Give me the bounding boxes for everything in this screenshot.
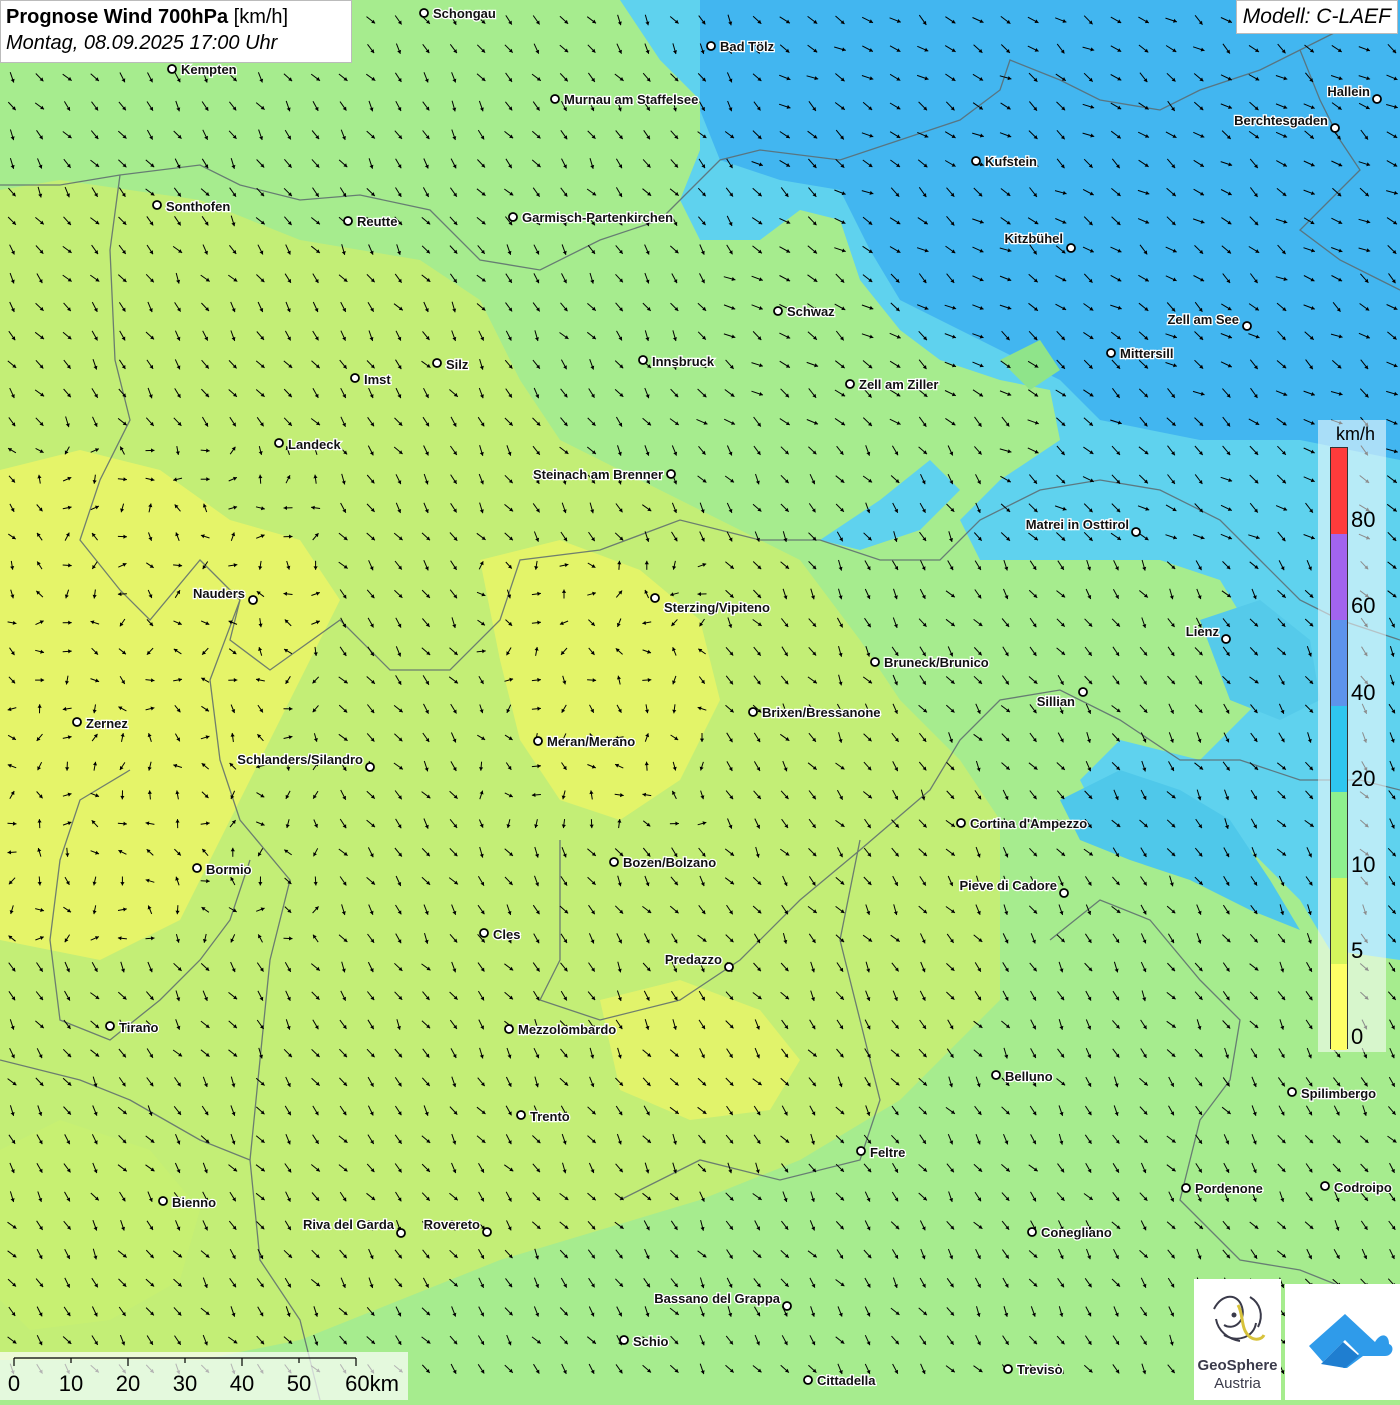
city-dot-icon bbox=[707, 42, 715, 50]
city-dot-icon bbox=[871, 658, 879, 666]
city-label: Hallein bbox=[1327, 84, 1370, 99]
city-dot-icon bbox=[846, 380, 854, 388]
city-label: Kufstein bbox=[985, 154, 1037, 169]
city-dot-icon bbox=[1222, 635, 1230, 643]
city-label: Bozen/Bolzano bbox=[623, 855, 716, 870]
city-dot-icon bbox=[667, 470, 675, 478]
city-label: Landeck bbox=[288, 437, 342, 452]
city-label: Silz bbox=[446, 357, 469, 372]
city-dot-icon bbox=[1067, 244, 1075, 252]
wind-map: Schongau Bad Tölz Kempten Murnau am Staffel… bbox=[0, 0, 1400, 1400]
city-label: Imst bbox=[364, 372, 391, 387]
city-dot-icon bbox=[639, 356, 647, 364]
city-label: Lienz bbox=[1186, 624, 1220, 639]
city-label: Schwaz bbox=[787, 304, 835, 319]
city-label: Innsbruck bbox=[652, 354, 715, 369]
city-dot-icon bbox=[774, 307, 782, 315]
city-label: Meran/Merano bbox=[547, 734, 635, 749]
city-label: Kempten bbox=[181, 62, 237, 77]
city-dot-icon bbox=[749, 708, 757, 716]
city-dot-icon bbox=[193, 864, 201, 872]
city-dot-icon bbox=[433, 359, 441, 367]
city-dot-icon bbox=[420, 9, 428, 17]
city-dot-icon bbox=[351, 374, 359, 382]
city-marker: Zell am Ziller bbox=[846, 377, 938, 392]
city-label: Bruneck/Brunico bbox=[884, 655, 989, 670]
city-label: Sillian bbox=[1037, 694, 1075, 709]
city-marker: Meran/Merano bbox=[534, 734, 635, 749]
city-dot-icon bbox=[1331, 124, 1339, 132]
city-dot-icon bbox=[344, 217, 352, 225]
city-label: Bad Tölz bbox=[720, 39, 775, 54]
city-dot-icon bbox=[509, 213, 517, 221]
city-label: Zell am Ziller bbox=[859, 377, 938, 392]
city-dot-icon bbox=[153, 201, 161, 209]
city-dot-icon bbox=[1243, 322, 1251, 330]
city-label: Brixen/Bressanone bbox=[762, 705, 881, 720]
city-dot-icon bbox=[1079, 688, 1087, 696]
city-marker: Murnau am Staffelsee bbox=[551, 92, 698, 107]
city-marker: Cortina d'Ampezzo bbox=[957, 816, 1087, 831]
city-dot-icon bbox=[366, 763, 374, 771]
city-dot-icon bbox=[73, 718, 81, 726]
city-label: Matrei in Osttirol bbox=[1026, 517, 1129, 532]
city-label: Schongau bbox=[433, 6, 496, 21]
city-marker: Garmisch-Partenkirchen bbox=[509, 210, 673, 225]
city-dot-icon bbox=[551, 95, 559, 103]
city-label: Reutte bbox=[357, 214, 397, 229]
city-label: Mittersill bbox=[1120, 346, 1173, 361]
city-label: Berchtesgaden bbox=[1234, 113, 1328, 128]
city-label: Zernez bbox=[86, 716, 128, 731]
city-label: Garmisch-Partenkirchen bbox=[522, 210, 673, 225]
city-dot-icon bbox=[534, 737, 542, 745]
city-label: Zell am See bbox=[1167, 312, 1239, 327]
city-marker: Bruneck/Brunico bbox=[871, 655, 989, 670]
city-dot-icon bbox=[610, 858, 618, 866]
city-label: Sterzing/Vipiteno bbox=[664, 600, 770, 615]
city-dot-icon bbox=[651, 594, 659, 602]
city-label: Murnau am Staffelsee bbox=[564, 92, 698, 107]
city-label: Steinach am Brenner bbox=[533, 467, 663, 482]
city-dot-icon bbox=[275, 439, 283, 447]
city-marker: Steinach am Brenner bbox=[533, 467, 675, 482]
city-dot-icon bbox=[1132, 528, 1140, 536]
city-marker: Brixen/Bressanone bbox=[749, 705, 881, 720]
city-dot-icon bbox=[957, 819, 965, 827]
city-dot-icon bbox=[1107, 349, 1115, 357]
city-marker: Bozen/Bolzano bbox=[610, 855, 716, 870]
city-dot-icon bbox=[1373, 95, 1381, 103]
city-label: Schlanders/Silandro bbox=[237, 752, 363, 767]
city-dot-icon bbox=[168, 65, 176, 73]
city-label: Cortina d'Ampezzo bbox=[970, 816, 1087, 831]
city-label: Kitzbühel bbox=[1005, 231, 1064, 246]
city-label: Nauders bbox=[193, 586, 245, 601]
city-dot-icon bbox=[972, 157, 980, 165]
city-label: Sonthofen bbox=[166, 199, 230, 214]
city-dot-icon bbox=[249, 596, 257, 604]
